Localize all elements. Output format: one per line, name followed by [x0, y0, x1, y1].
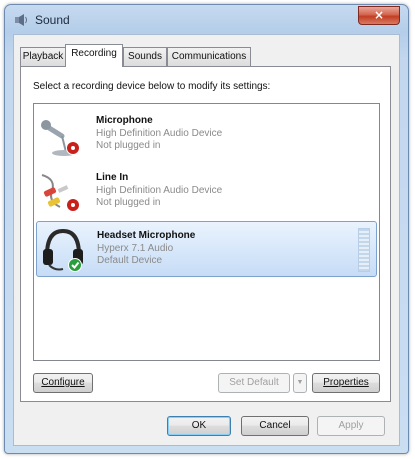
device-status: Not plugged in — [96, 197, 161, 208]
device-name: Headset Microphone — [97, 230, 196, 241]
microphone-icon — [41, 120, 80, 156]
close-button[interactable]: × — [358, 6, 400, 25]
device-status: Default Device — [97, 255, 163, 266]
speaker-icon — [15, 14, 27, 26]
tab-communications[interactable]: Communications — [167, 47, 251, 66]
set-default-button[interactable]: Set Default — [218, 373, 290, 393]
tab-recording[interactable]: Recording — [65, 44, 123, 67]
line-in-cable-icon — [41, 174, 80, 212]
title-bar[interactable]: Sound × — [5, 5, 408, 35]
instruction-text: Select a recording device below to modif… — [33, 81, 271, 92]
device-description: High Definition Audio Device — [96, 185, 223, 196]
device-list[interactable]: Microphone High Definition Audio Device … — [33, 103, 380, 361]
headset-icon — [43, 228, 83, 272]
device-name: Line In — [96, 172, 129, 183]
properties-button-label: Properties — [323, 377, 369, 388]
device-item-microphone[interactable]: Microphone High Definition Audio Device … — [36, 107, 377, 163]
configure-button[interactable]: Configure — [33, 373, 93, 393]
cancel-button[interactable]: Cancel — [241, 416, 309, 436]
properties-button[interactable]: Properties — [312, 373, 380, 393]
configure-button-label: Configure — [41, 377, 85, 388]
device-item-headset-microphone[interactable]: Headset Microphone Hyperx 7.1 Audio Defa… — [36, 221, 377, 277]
device-description: High Definition Audio Device — [96, 128, 223, 139]
tab-playback[interactable]: Playback — [20, 47, 66, 66]
window-title: Sound — [35, 13, 70, 27]
level-meter — [358, 228, 370, 272]
recording-tab-panel: Select a recording device below to modif… — [20, 66, 391, 402]
sound-dialog: Sound × Playback Recording Sounds Commun… — [4, 4, 409, 454]
tab-sounds[interactable]: Sounds — [123, 47, 167, 66]
device-status: Not plugged in — [96, 140, 161, 151]
device-item-line-in[interactable]: Line In High Definition Audio Device Not… — [36, 164, 377, 220]
set-default-dropdown-arrow[interactable]: ▼ — [293, 373, 307, 393]
ok-button[interactable]: OK — [167, 416, 231, 436]
device-name: Microphone — [96, 115, 153, 126]
apply-button[interactable]: Apply — [317, 416, 385, 436]
dialog-client-area: Playback Recording Sounds Communications… — [13, 34, 400, 446]
device-description: Hyperx 7.1 Audio — [97, 243, 174, 254]
